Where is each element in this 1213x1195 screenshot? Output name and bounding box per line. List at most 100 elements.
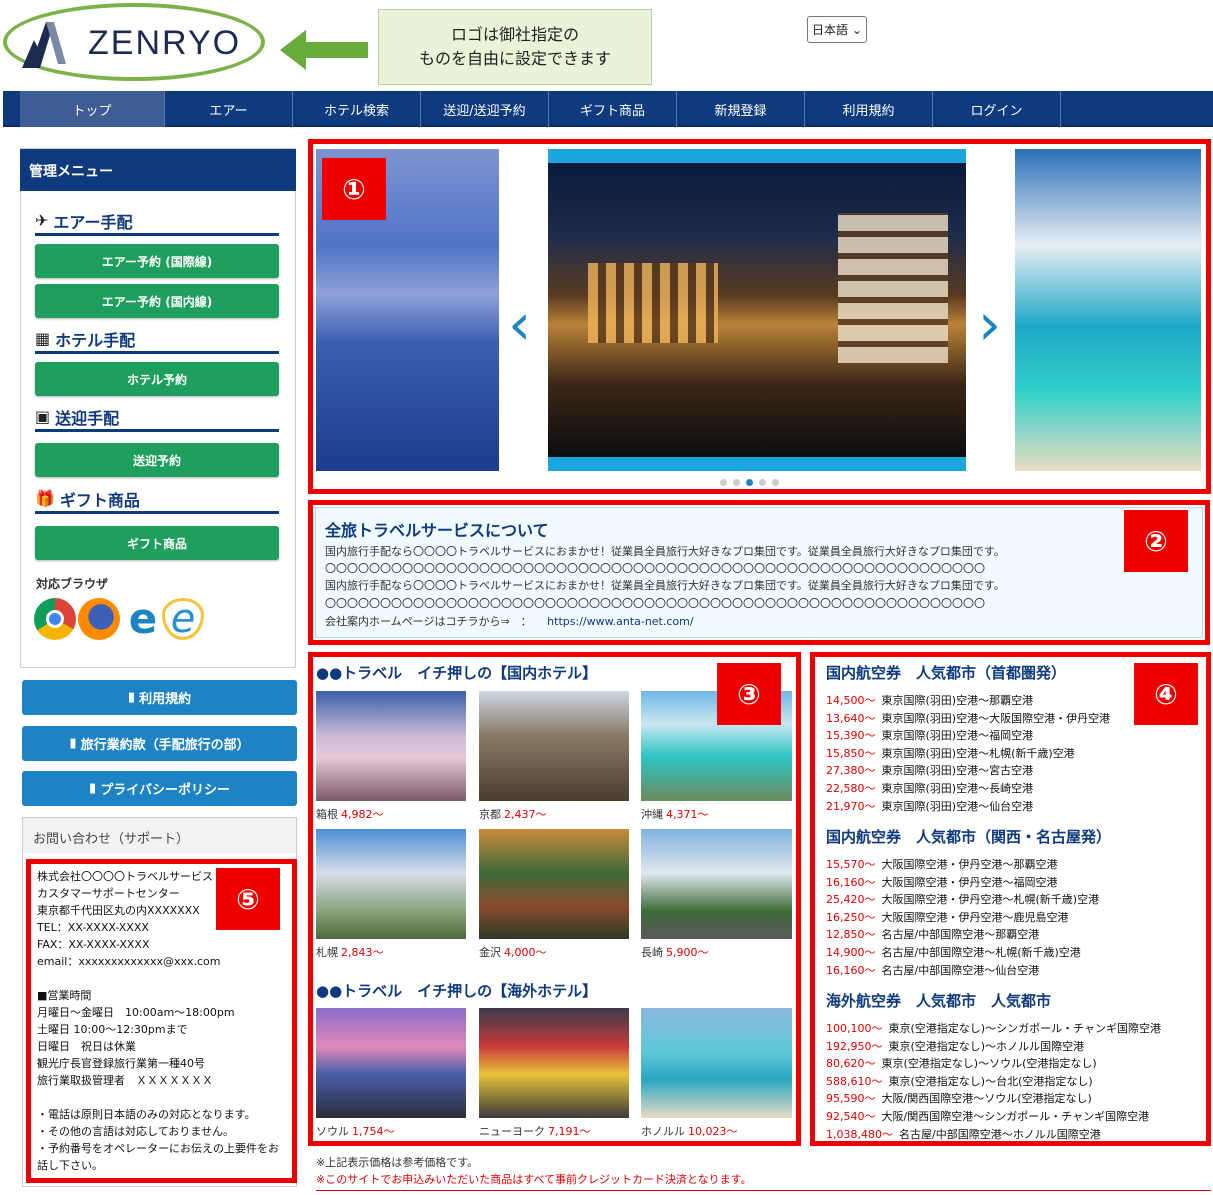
slider-dot[interactable] [759, 479, 766, 486]
hotel-name: 金沢 [479, 946, 501, 959]
flight-row[interactable]: 15,570～ 大阪国際空港・伊丹空港～那覇空港 [826, 856, 1058, 872]
flight-row[interactable]: 21,970～ 東京国際(羽田)空港～仙台空港 [826, 798, 1033, 814]
about-link[interactable]: https://www.anta-net.com/ [547, 615, 693, 628]
flight-row[interactable]: 14,500～ 東京国際(羽田)空港～那覇空港 [826, 692, 1033, 708]
flight-route: 名古屋/中部国際空港～那覇空港 [881, 928, 1040, 942]
chevron-left-icon[interactable]: ‹ [508, 290, 531, 358]
flight-route: 東京国際(羽田)空港～大阪国際空港・伊丹空港 [881, 711, 1111, 725]
flight-price: 21,970～ [826, 799, 876, 813]
hotel-name: 札幌 [316, 946, 338, 959]
hotel-image[interactable] [641, 1008, 792, 1118]
hotel-image[interactable] [479, 829, 629, 939]
flight-row[interactable]: 15,390～ 東京国際(羽田)空港～福岡空港 [826, 727, 1033, 743]
hotel-caption[interactable]: 沖縄 4,371～ [641, 806, 709, 822]
hotel-caption[interactable]: ホノルル 10,023～ [641, 1123, 738, 1139]
slider-dot[interactable] [720, 479, 727, 486]
nav-register[interactable]: 新規登録 [677, 91, 805, 127]
flight-row[interactable]: 22,580～ 東京国際(羽田)空港～長崎空港 [826, 780, 1033, 796]
main-nav: トップ エアー ホテル検索 送迎/送迎予約 ギフト商品 新規登録 利用規約 ログ… [3, 91, 1213, 127]
hotel-image[interactable] [316, 691, 466, 801]
flight-row[interactable]: 15,850～ 東京国際(羽田)空港～札幌(新千歳)空港 [826, 745, 1075, 761]
hotel-image[interactable] [479, 1008, 629, 1118]
hotel-name: 長崎 [641, 946, 663, 959]
logo-text[interactable]: ZENRYO [88, 24, 241, 63]
nav-login[interactable]: ログイン [933, 91, 1061, 127]
badge-4: ④ [1134, 663, 1198, 725]
flight-row[interactable]: 25,420～ 大阪国際空港・伊丹空港～札幌(新千歳)空港 [826, 891, 1099, 907]
hotel-caption[interactable]: 長崎 5,900～ [641, 944, 709, 960]
overseas-hotels-title: ●●トラベル イチ押しの【海外ホテル】 [316, 982, 598, 1000]
travel-terms-label: 旅行業約款（手配旅行の部） [80, 738, 250, 753]
flight-route: 東京(空港指定なし)～台北(空港指定なし) [888, 1074, 1093, 1088]
nav-top[interactable]: トップ [20, 91, 165, 127]
hotel-image[interactable] [316, 1008, 466, 1118]
contact-line [37, 1089, 279, 1106]
flight-route: 大阪国際空港・伊丹空港～鹿児島空港 [881, 910, 1069, 924]
flight-row[interactable]: 95,590～ 大阪/関西国際空港～ソウル(空港指定なし) [826, 1090, 1092, 1106]
section-transfer: ▣ 送迎手配 [35, 404, 279, 432]
hotel-caption[interactable]: 札幌 2,843～ [316, 944, 384, 960]
flight-price: 14,500～ [826, 694, 876, 707]
flight-row[interactable]: 16,160～ 名古屋/中部国際空港～仙台空港 [826, 962, 1039, 978]
hotel-image[interactable] [316, 829, 466, 939]
slider-dot[interactable] [733, 479, 740, 486]
flight-row[interactable]: 12,850～ 名古屋/中部国際空港～那覇空港 [826, 926, 1039, 942]
hotel-reserve-button[interactable]: ホテル予約 [35, 362, 279, 396]
hotel-image[interactable] [641, 829, 792, 939]
hotel-name: 沖縄 [641, 808, 663, 821]
flight-group-title: 国内航空券 人気都市（関西・名古屋発） [826, 828, 1112, 846]
flight-row[interactable]: 14,900～ 名古屋/中部国際空港～札幌(新千歳)空港 [826, 944, 1081, 960]
flight-price: 100,100～ [826, 1022, 883, 1035]
divider [316, 1190, 1211, 1191]
terms-link-button[interactable]: ▮ 利用規約 [22, 680, 297, 715]
slider-dot[interactable] [772, 479, 779, 486]
hotel-caption[interactable]: 京都 2,437～ [479, 806, 547, 822]
flight-row[interactable]: 588,610～ 東京(空港指定なし)～台北(空港指定なし) [826, 1073, 1093, 1089]
chevron-right-icon[interactable]: › [978, 290, 1001, 358]
nav-transfer[interactable]: 送迎/送迎予約 [421, 91, 549, 127]
flight-row[interactable]: 27,380～ 東京国際(羽田)空港～宮古空港 [826, 762, 1033, 778]
language-select[interactable]: 日本語 ⌄ [807, 16, 867, 43]
slide-image-main[interactable] [548, 163, 966, 457]
flight-row[interactable]: 92,540～ 大阪/関西国際空港～シンガポール・チャンギ国際空港 [826, 1108, 1149, 1124]
nav-hotel-search[interactable]: ホテル検索 [293, 91, 421, 127]
flight-row[interactable]: 16,160～ 大阪国際空港・伊丹空港～福岡空港 [826, 874, 1058, 890]
nav-gift[interactable]: ギフト商品 [549, 91, 677, 127]
air-domestic-button[interactable]: エアー予約 (国内線) [35, 284, 279, 318]
slider-dot-active[interactable] [746, 479, 753, 486]
flight-route: 大阪国際空港・伊丹空港～札幌(新千歳)空港 [881, 893, 1100, 907]
travel-terms-link-button[interactable]: ▮ 旅行業約款（手配旅行の部） [22, 726, 297, 761]
section-gift-label: ギフト商品 [59, 490, 140, 510]
nav-air[interactable]: エアー [165, 91, 293, 127]
privacy-label: プライバシーポリシー [100, 783, 230, 798]
flight-price: 13,640～ [826, 711, 876, 725]
arrow-left-icon [280, 30, 368, 70]
hotel-caption[interactable]: 箱根 4,982～ [316, 806, 384, 822]
flight-row[interactable]: 13,640～ 東京国際(羽田)空港～大阪国際空港・伊丹空港 [826, 710, 1110, 726]
flight-row[interactable]: 192,950～ 東京(空港指定なし)～ホノルル国際空港 [826, 1038, 1084, 1054]
flight-row[interactable]: 80,620～ 東京(空港指定なし)～ソウル(空港指定なし) [826, 1055, 1097, 1071]
flight-price: 25,420～ [826, 893, 876, 907]
price-note: ※上記表示価格は参考価格です。 [316, 1156, 479, 1169]
section-hotel-label: ホテル手配 [55, 330, 136, 350]
flight-row[interactable]: 1,038,480～ 名古屋/中部国際空港～ホノルル国際空港 [826, 1126, 1101, 1142]
flight-route: 東京国際(羽田)空港～長崎空港 [881, 782, 1034, 795]
hotel-caption[interactable]: ソウル 1,754～ [316, 1123, 395, 1139]
privacy-link-button[interactable]: ▮ プライバシーポリシー [22, 771, 297, 806]
hotel-price: 2,437～ [504, 808, 547, 821]
hotel-image[interactable] [479, 691, 629, 801]
flight-route: 大阪/関西国際空港～ソウル(空港指定なし) [881, 1092, 1092, 1106]
hotel-caption[interactable]: 金沢 4,000～ [479, 944, 547, 960]
airplane-icon: ✈ [35, 211, 49, 230]
hotel-caption[interactable]: ニューヨーク 7,191～ [479, 1123, 591, 1139]
flight-price: 92,540～ [826, 1110, 876, 1123]
flight-row[interactable]: 16,250～ 大阪国際空港・伊丹空港～鹿児島空港 [826, 909, 1069, 925]
nav-terms[interactable]: 利用規約 [805, 91, 933, 127]
air-intl-button[interactable]: エアー予約 (国際線) [35, 244, 279, 278]
flight-row[interactable]: 100,100～ 東京(空港指定なし)～シンガポール・チャンギ国際空港 [826, 1020, 1161, 1036]
gift-button[interactable]: ギフト商品 [35, 526, 279, 560]
about-text-3: 国内旅行手配なら〇〇〇〇トラベルサービスにおまかせ！従業員全員旅行大好きなプロ集… [325, 579, 1005, 592]
transfer-reserve-button[interactable]: 送迎予約 [35, 443, 279, 477]
slide-image-right[interactable] [1015, 149, 1201, 471]
section-transfer-label: 送迎手配 [55, 408, 120, 428]
